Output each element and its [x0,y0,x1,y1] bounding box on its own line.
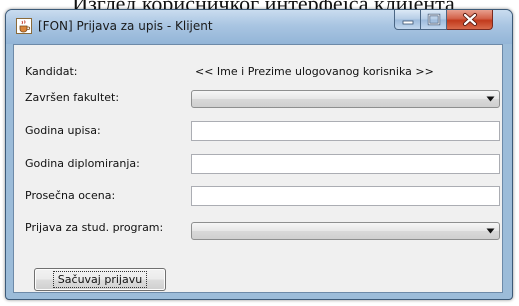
studijski-program-combobox[interactable] [191,222,500,240]
kandidat-value: << Ime i Prezime ulogovanog korisnika >> [195,65,434,78]
godina-diplomiranja-field[interactable] [191,154,500,174]
prosecna-ocena-field[interactable] [191,186,500,206]
godina-upisa-field[interactable] [191,121,500,141]
java-cup-icon [16,18,32,34]
chevron-down-icon [486,96,495,102]
studijski-program-selected [196,224,479,238]
maximize-icon [427,13,441,26]
maximize-button[interactable] [421,10,447,30]
zavrsen-fakultet-selected [196,92,479,106]
save-application-label: Sačuvaj prijavu [52,271,148,288]
godina-upisa-label: Godina upisa: [25,124,101,137]
title-bar[interactable]: [FON] Prijava za upis - Klijent [6,10,512,44]
minimize-icon [402,20,414,25]
zavrsen-fakultet-combobox[interactable] [191,90,500,108]
close-icon [463,13,477,26]
studijski-program-label: Prijava za stud. program: [25,221,164,234]
minimize-button[interactable] [394,10,421,30]
kandidat-label: Kandidat: [25,65,78,78]
form-panel: Kandidat: << Ime i Prezime ulogovanog ko… [13,44,503,293]
prosecna-ocena-label: Prosečna ocena: [25,189,116,202]
zavrsen-fakultet-label: Završen fakultet: [25,91,120,104]
save-application-button[interactable]: Sačuvaj prijavu [34,268,166,291]
close-button[interactable] [447,10,493,30]
window-title: [FON] Prijava za upis - Klijent [38,19,213,33]
app-window: [FON] Prijava za upis - Klijent Kandidat… [5,9,513,300]
chevron-down-icon [486,228,495,234]
godina-diplomiranja-label: Godina diplomiranja: [25,157,140,170]
